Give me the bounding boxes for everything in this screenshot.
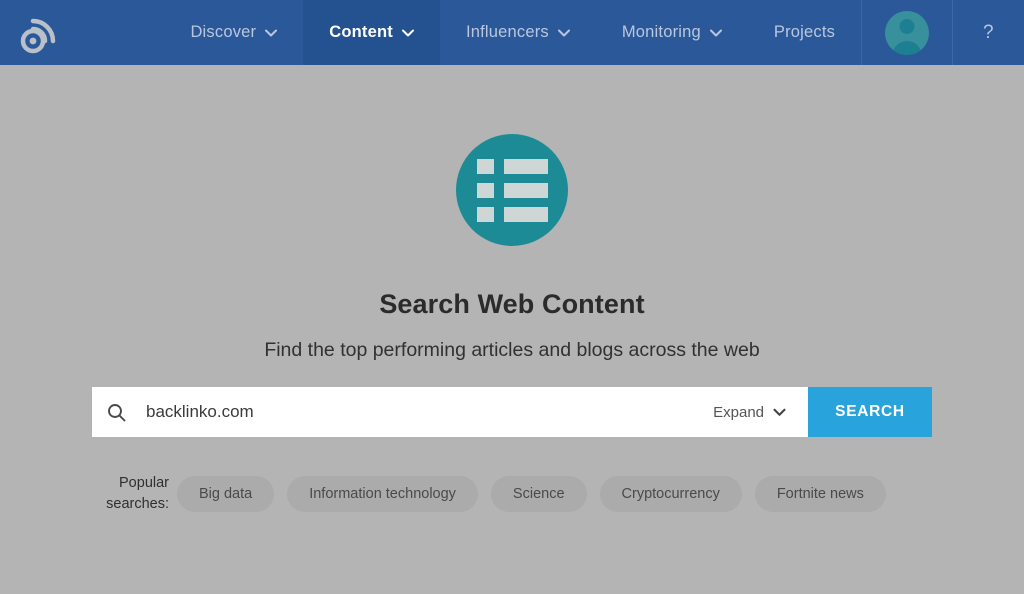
user-avatar-icon	[884, 10, 929, 55]
list-glyph-row	[476, 206, 548, 222]
nav-item-content[interactable]: Content	[303, 0, 440, 65]
nav-item-label: Content	[329, 23, 393, 41]
list-glyph-row	[476, 158, 548, 174]
expand-label: Expand	[713, 403, 764, 421]
search-button[interactable]: SEARCH	[808, 387, 932, 437]
list-line	[503, 182, 548, 198]
avatar-body	[891, 40, 922, 55]
popular-label-line1: Popular	[119, 475, 169, 491]
nav-items: Discover Content Influencers Monitoring	[164, 0, 861, 65]
nav-item-discover[interactable]: Discover	[164, 0, 303, 65]
search-input[interactable]	[140, 387, 700, 437]
top-navigation-bar: Discover Content Influencers Monitoring	[0, 0, 1024, 65]
avatar-head	[899, 18, 915, 34]
nav-item-label: Discover	[190, 23, 257, 41]
popular-search-chips: Big data Information technology Science …	[177, 476, 886, 513]
nav-item-projects[interactable]: Projects	[748, 0, 861, 65]
nav-item-label: Projects	[773, 23, 836, 41]
search-icon	[92, 387, 140, 437]
list-icon	[456, 134, 568, 246]
search-bar: Expand SEARCH	[92, 387, 932, 437]
list-bullet	[476, 182, 494, 198]
main-content: Search Web Content Find the top performi…	[0, 65, 1024, 594]
list-bullet	[476, 158, 494, 174]
nav-item-label: Monitoring	[621, 23, 701, 41]
popular-chip-big-data[interactable]: Big data	[177, 476, 275, 513]
expand-dropdown[interactable]: Expand	[699, 387, 808, 437]
popular-searches: Popular searches: Big data Information t…	[92, 473, 932, 515]
popular-label-line2: searches:	[106, 496, 169, 513]
chevron-down-icon	[773, 404, 786, 421]
nav-item-monitoring[interactable]: Monitoring	[596, 0, 748, 65]
popular-chip-fortnite-news[interactable]: Fortnite news	[754, 476, 886, 513]
help-button[interactable]: ?	[953, 0, 1024, 65]
page-subtitle: Find the top performing articles and blo…	[264, 339, 760, 361]
list-line	[503, 206, 548, 222]
nav-item-influencers[interactable]: Influencers	[440, 0, 596, 65]
list-glyph	[476, 158, 548, 222]
account-menu[interactable]	[861, 0, 953, 65]
list-line	[503, 158, 548, 174]
nav-item-label: Influencers	[465, 23, 549, 41]
popular-searches-label: Popular searches:	[92, 473, 177, 515]
list-bullet	[476, 206, 494, 222]
chevron-down-icon	[401, 23, 414, 42]
popular-chip-cryptocurrency[interactable]: Cryptocurrency	[599, 476, 742, 513]
page-title: Search Web Content	[379, 289, 645, 319]
chevron-down-icon	[709, 23, 722, 42]
chevron-down-icon	[265, 23, 278, 42]
popular-chip-science[interactable]: Science	[490, 476, 587, 513]
popular-chip-information-technology[interactable]: Information technology	[287, 476, 478, 513]
list-glyph-row	[476, 182, 548, 198]
logo[interactable]	[0, 0, 164, 65]
buzzsumo-radar-logo-icon	[18, 11, 62, 55]
help-icon: ?	[983, 21, 994, 43]
chevron-down-icon	[557, 23, 570, 42]
